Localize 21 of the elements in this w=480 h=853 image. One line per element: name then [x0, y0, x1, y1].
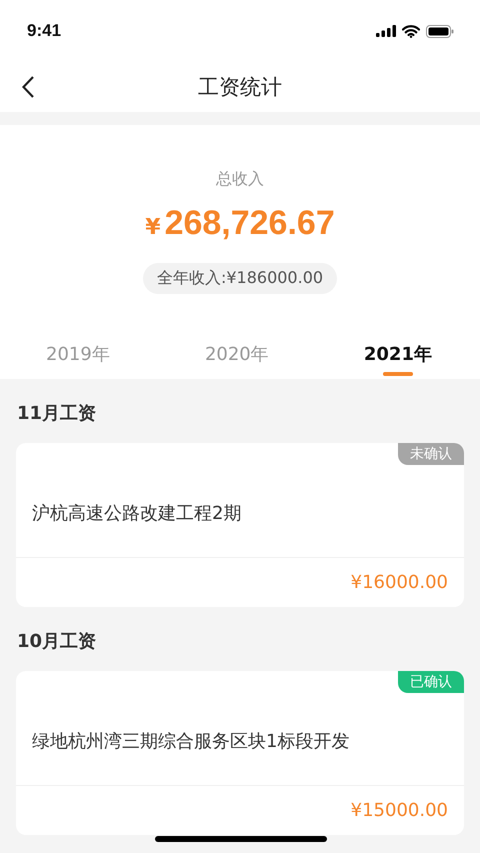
month-heading: 11月工资: [16, 402, 98, 426]
total-income-label: 总收入: [216, 169, 264, 190]
status-time: 9:41: [27, 21, 62, 41]
page-title: 工资统计: [198, 74, 282, 101]
back-button[interactable]: [20, 74, 36, 100]
currency-symbol: ¥: [145, 215, 161, 240]
status-tag: 已确认: [398, 671, 464, 693]
month-heading: 10月工资: [16, 630, 98, 654]
salary-amount: ¥16000.00: [350, 572, 448, 593]
project-name: 沪杭高速公路改建工程2期: [16, 471, 464, 558]
total-income-amount: 268,726.67: [164, 204, 335, 243]
salary-amount: ¥15000.00: [350, 800, 448, 821]
year-income-badge: 全年收入:¥186000.00: [142, 263, 338, 294]
signal-icon: [376, 25, 396, 37]
status-tag: 未确认: [398, 443, 464, 465]
project-name: 绿地杭州湾三期综合服务区块1标段开发: [16, 699, 464, 786]
salary-card[interactable]: 已确认 绿地杭州湾三期综合服务区块1标段开发 ¥15000.00: [16, 671, 464, 835]
wifi-icon: [402, 24, 420, 38]
salary-card[interactable]: 未确认 沪杭高速公路改建工程2期 ¥16000.00: [16, 443, 464, 607]
year-tab[interactable]: 2021年: [362, 336, 434, 379]
battery-icon: [426, 24, 454, 38]
